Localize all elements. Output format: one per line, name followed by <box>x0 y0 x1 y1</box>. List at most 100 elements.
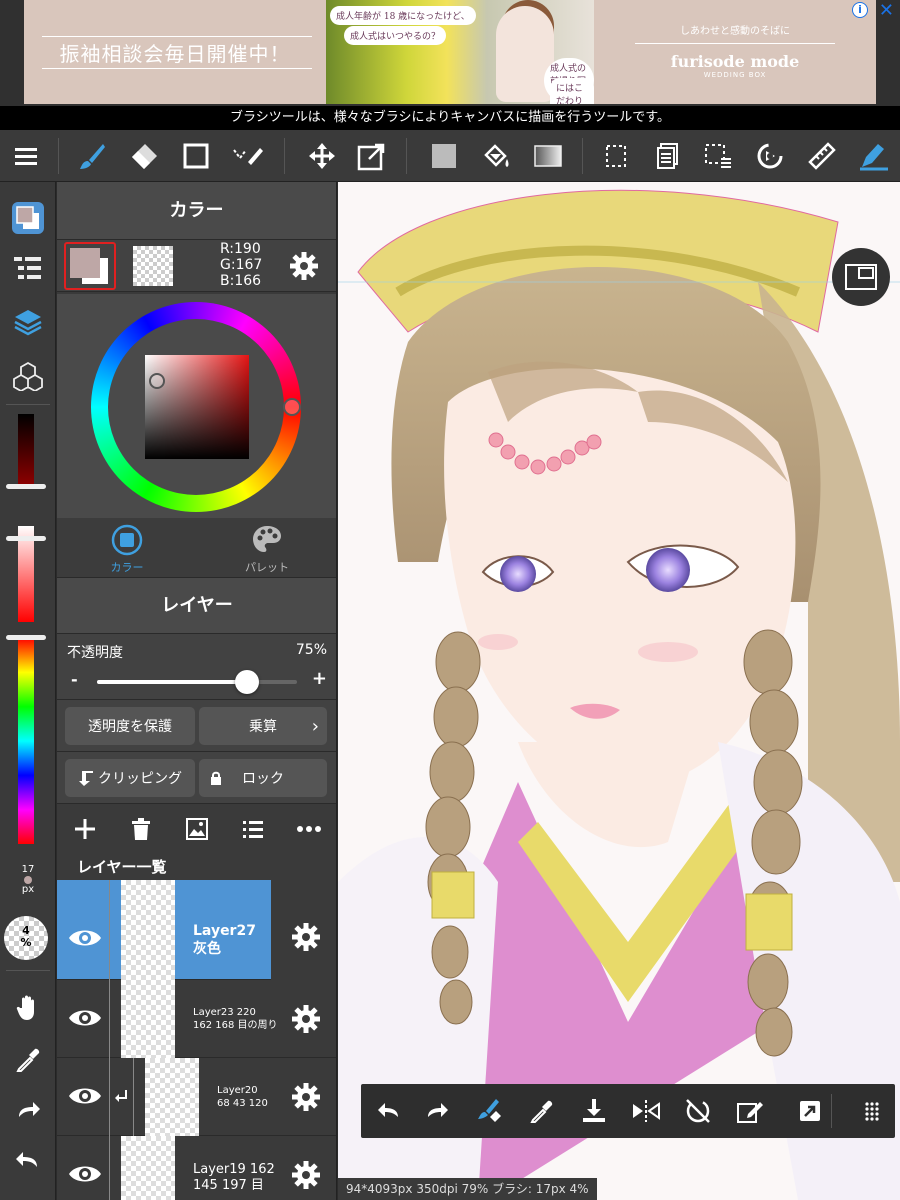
primary-color-slot[interactable] <box>64 242 116 290</box>
ad-brand-panel[interactable]: しあわせと感動のそばに furisode mode WEDDING BOX <box>594 0 876 104</box>
clear-icon[interactable] <box>733 1094 767 1128</box>
protect-alpha-button[interactable]: 透明度を保護 <box>65 707 195 745</box>
pen-tool-icon[interactable] <box>856 138 892 174</box>
opacity-increase-button[interactable]: + <box>312 668 327 689</box>
clipping-label: クリッピング <box>98 771 182 787</box>
clipping-arrow-icon <box>79 771 93 786</box>
ad-headline: 振袖相談会毎日開催中！ <box>59 41 291 66</box>
hue-ring-handle[interactable] <box>283 398 301 416</box>
save-icon[interactable] <box>577 1094 611 1128</box>
redo-icon[interactable] <box>421 1094 455 1128</box>
opacity-readout[interactable]: 4 % <box>4 916 48 960</box>
selection-menu-icon[interactable] <box>700 138 736 174</box>
delete-layer-icon[interactable] <box>127 816 155 842</box>
visibility-eye-icon[interactable] <box>65 1154 105 1194</box>
tab-palette-label: パレット <box>245 561 289 574</box>
brightness-slider[interactable] <box>18 414 34 484</box>
hand-icon[interactable] <box>8 988 48 1028</box>
brightness-slider-knob[interactable] <box>6 484 46 489</box>
eyedropper-icon[interactable] <box>525 1094 559 1128</box>
side-panel: カラー R:190 G:167 B:166 カラー パレット レイヤー 不透明度… <box>57 182 337 1200</box>
layer-row[interactable]: Layer19 162 145 197 目 <box>57 1136 336 1200</box>
layer-settings-gear-icon[interactable] <box>291 1004 321 1034</box>
layer-row[interactable]: Layer27 灰色 <box>57 880 336 980</box>
brush-icon[interactable] <box>74 138 110 174</box>
color-swatch-icon[interactable] <box>8 198 48 238</box>
layer-image-icon[interactable] <box>183 816 211 842</box>
brush-size-value: 17 <box>21 864 35 875</box>
undo-icon[interactable] <box>8 1140 48 1180</box>
drawing-canvas[interactable] <box>338 182 900 1200</box>
rectangle-icon[interactable] <box>178 138 214 174</box>
ad-content[interactable]: 振袖相談会毎日開催中！ 成人年齢が 18 歳になったけど、 成人式はいつやるの？… <box>24 0 876 104</box>
secondary-color-slot[interactable] <box>133 246 173 286</box>
flip-icon[interactable] <box>629 1094 663 1128</box>
layer-list-menu-icon[interactable] <box>239 816 267 842</box>
saturation-slider-knob[interactable] <box>6 536 46 541</box>
saturation-value-square[interactable] <box>145 355 249 459</box>
grid-icon[interactable] <box>855 1094 889 1128</box>
brush-eraser-toggle-icon[interactable] <box>471 1094 505 1128</box>
snap-icon[interactable] <box>752 138 788 174</box>
layer-row[interactable]: Layer23 220 162 168 目の周り <box>57 980 336 1058</box>
bucket-icon[interactable] <box>478 138 514 174</box>
menu-icon[interactable] <box>8 138 44 174</box>
layer-settings-gear-icon[interactable] <box>291 922 321 952</box>
color-settings-gear-icon[interactable] <box>287 249 321 283</box>
rotate-reset-icon[interactable] <box>681 1094 715 1128</box>
select-rect-icon[interactable] <box>598 138 634 174</box>
opacity-decrease-button[interactable]: - <box>71 670 78 689</box>
ad-close-icon[interactable]: ✕ <box>879 0 894 21</box>
layer-name-line1: Layer23 220 <box>193 1007 256 1018</box>
ad-banner[interactable]: 振袖相談会毎日開催中！ 成人年齢が 18 歳になったけど、 成人式はいつやるの？… <box>0 0 900 106</box>
eyedropper-icon[interactable] <box>8 1040 48 1080</box>
tab-color[interactable]: カラー <box>57 524 197 575</box>
lock-icon <box>211 771 221 785</box>
ad-left-panel[interactable]: 振袖相談会毎日開催中！ <box>24 0 326 104</box>
clipping-button[interactable]: クリッピング <box>65 759 195 797</box>
materials-icon[interactable] <box>8 356 48 396</box>
more-options-icon[interactable] <box>295 816 323 842</box>
layer-option-row-2: クリッピング ロック <box>57 752 336 804</box>
brush-list-icon[interactable] <box>8 248 48 288</box>
visibility-eye-icon[interactable] <box>65 1076 105 1116</box>
select-pen-icon[interactable] <box>230 138 266 174</box>
opacity-slider-knob[interactable] <box>235 670 259 694</box>
blend-mode-button[interactable]: 乗算 › <box>199 707 327 745</box>
add-layer-icon[interactable] <box>71 816 99 842</box>
share-icon[interactable] <box>793 1094 827 1128</box>
layer-settings-gear-icon[interactable] <box>291 1082 321 1112</box>
brush-size-readout[interactable]: 17 px <box>0 864 56 895</box>
ad-info-icon[interactable]: i <box>852 2 868 18</box>
ad-bubble-1: 成人年齢が 18 歳になったけど、 <box>330 6 476 25</box>
redo-icon[interactable] <box>8 1090 48 1130</box>
layer-row[interactable]: Layer20 68 43 120 <box>57 1058 336 1136</box>
tab-palette[interactable]: パレット <box>197 524 336 575</box>
left-rail: 17 px 4 % <box>0 182 56 1200</box>
layers-icon[interactable] <box>8 302 48 342</box>
undo-icon[interactable] <box>371 1094 405 1128</box>
rgb-readout: R:190 G:167 B:166 <box>220 241 262 289</box>
brush-size-dot-icon <box>24 876 32 884</box>
hue-slider-knob[interactable] <box>6 635 46 640</box>
opacity-percent-unit: % <box>20 936 32 949</box>
transform-icon[interactable] <box>354 138 390 174</box>
eraser-icon[interactable] <box>126 138 162 174</box>
visibility-eye-icon[interactable] <box>65 998 105 1038</box>
layer-name-line1: Layer27 <box>193 923 256 939</box>
move-icon[interactable] <box>304 138 340 174</box>
layer-list-icon[interactable] <box>650 138 686 174</box>
top-toolbar <box>0 130 900 182</box>
layer-name-line2: 灰色 <box>193 941 221 957</box>
fill-color-icon[interactable] <box>426 138 462 174</box>
gradient-icon[interactable] <box>530 138 566 174</box>
lock-button[interactable]: ロック <box>199 759 327 797</box>
color-picker-handle[interactable] <box>149 373 165 389</box>
ruler-icon[interactable] <box>804 138 840 174</box>
visibility-eye-icon[interactable] <box>65 918 105 958</box>
navigator-button[interactable] <box>832 248 890 306</box>
hue-slider[interactable] <box>18 638 34 844</box>
clipping-indicator-icon <box>115 1088 127 1108</box>
opacity-slider[interactable] <box>97 670 297 694</box>
layer-settings-gear-icon[interactable] <box>291 1160 321 1190</box>
